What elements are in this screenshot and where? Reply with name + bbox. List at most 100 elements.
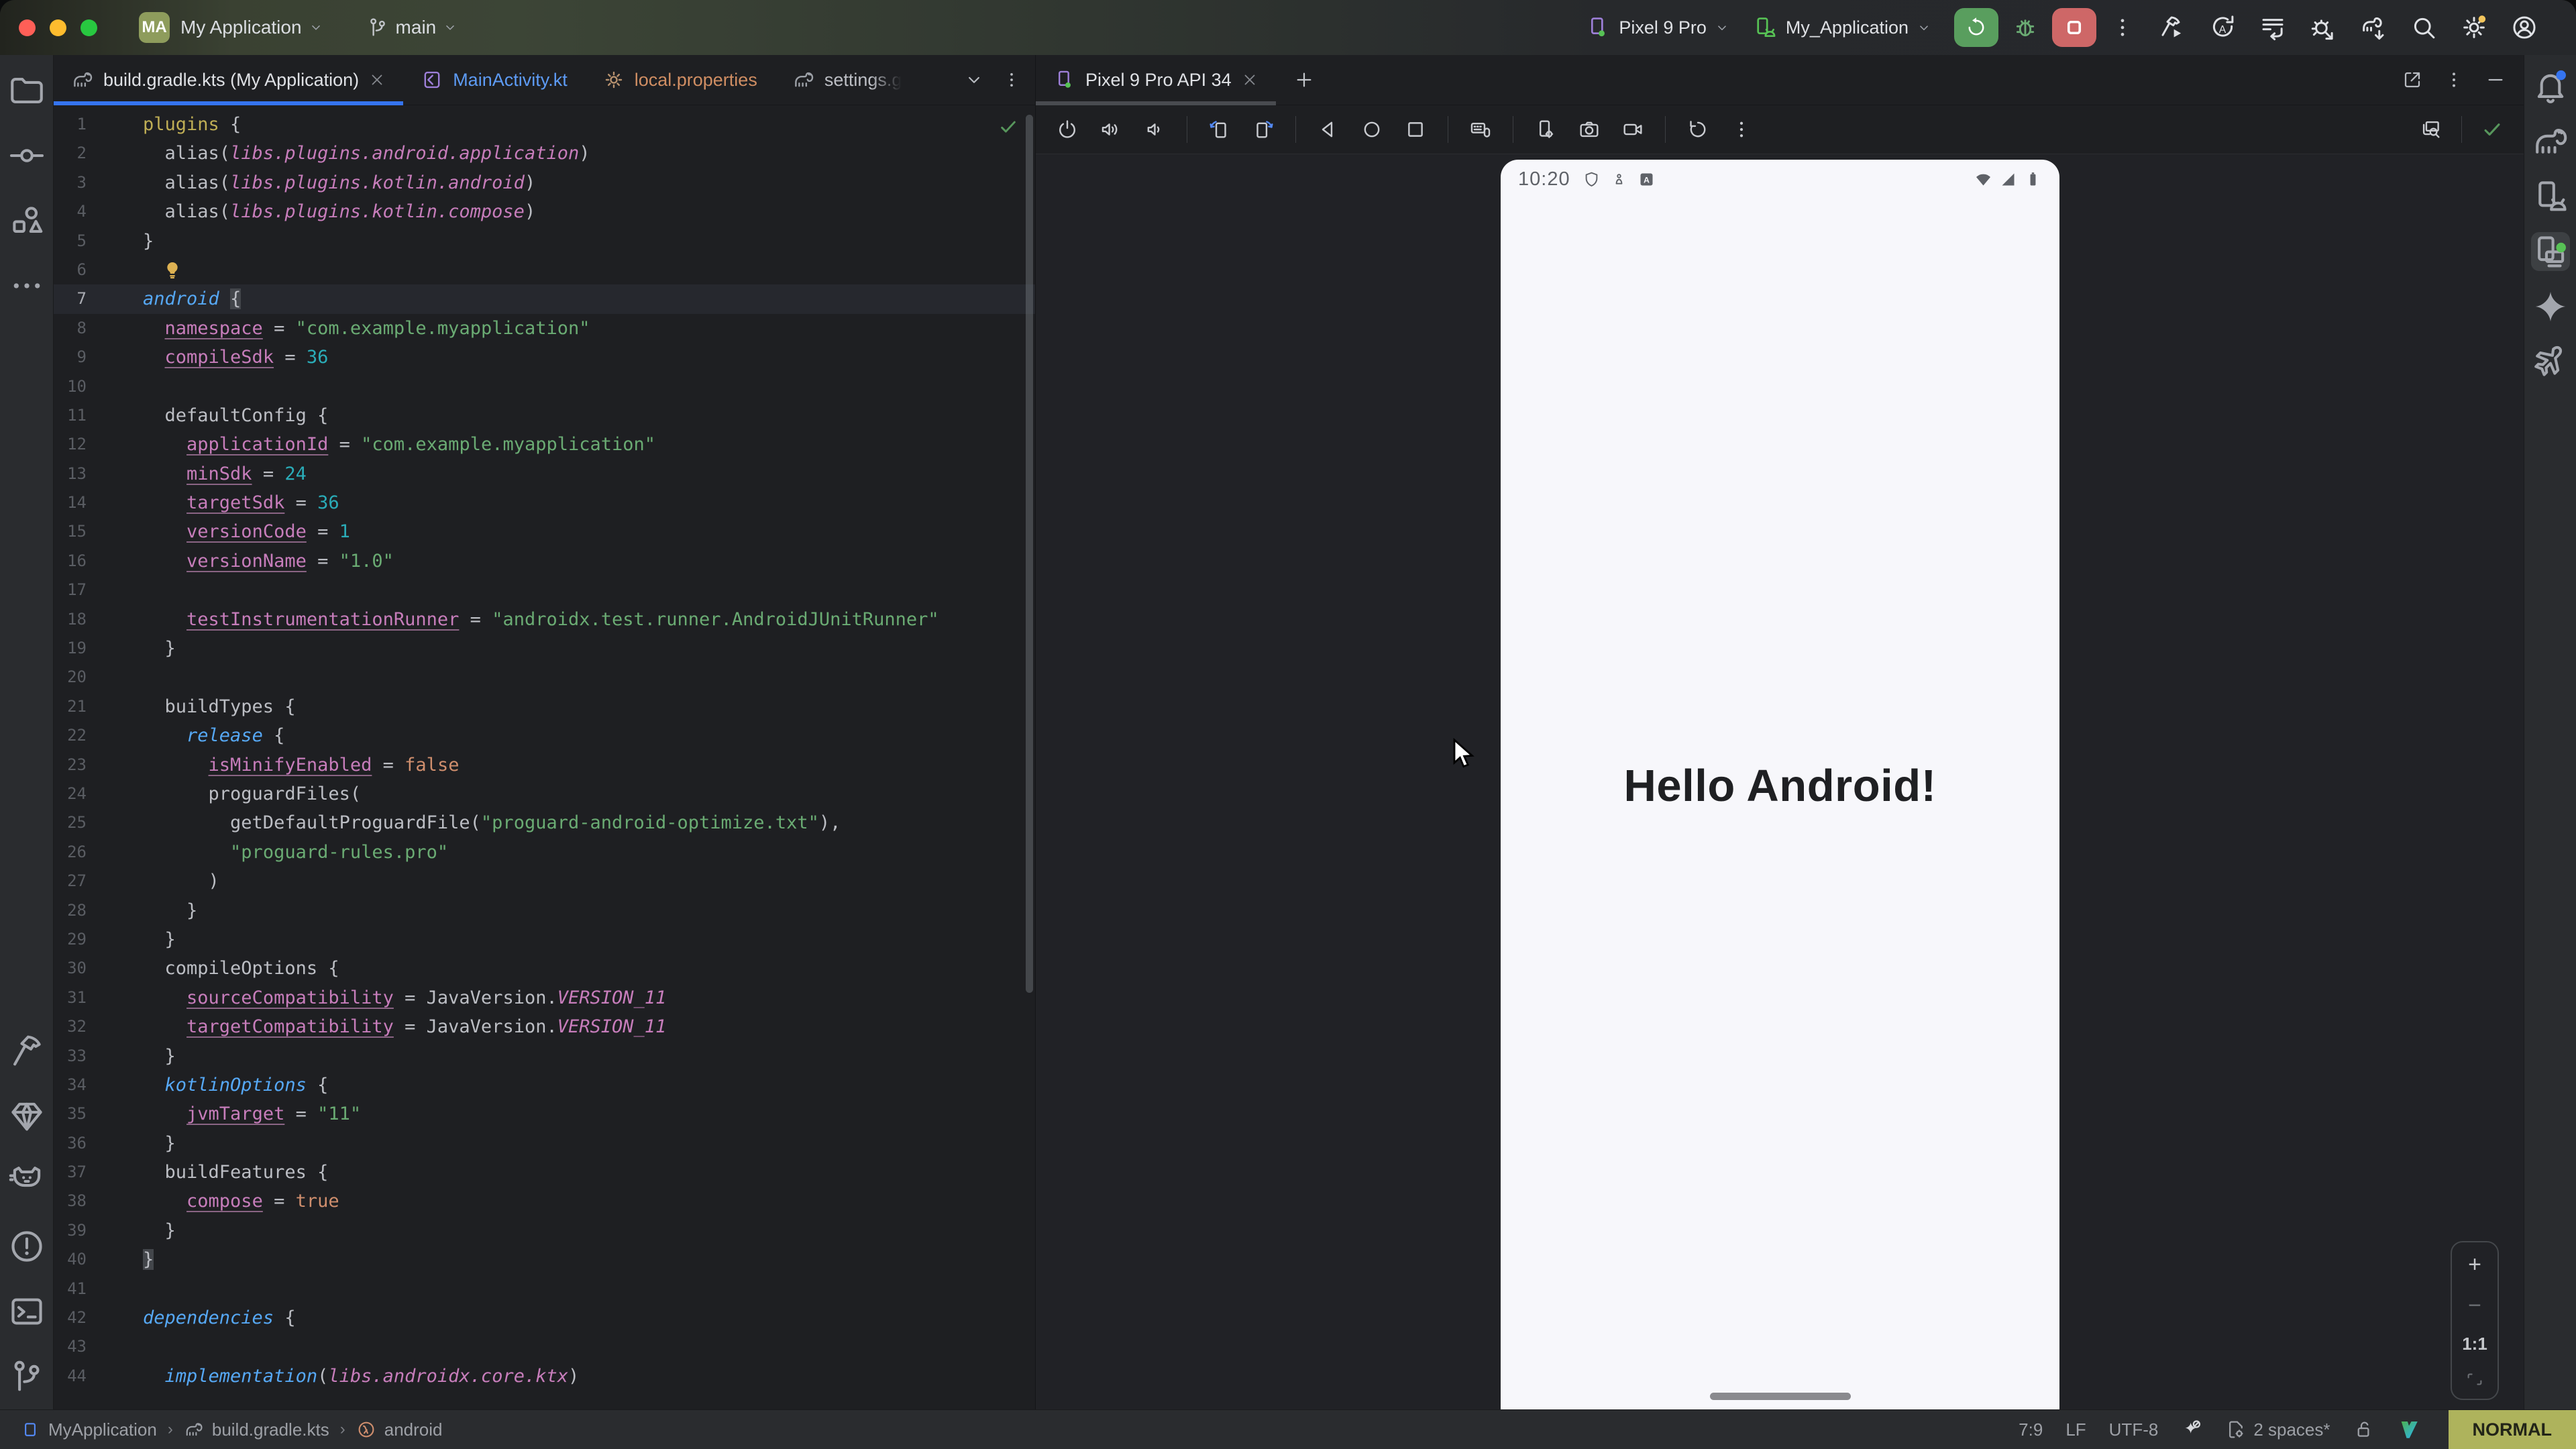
code-line-31[interactable]: 31 sourceCompatibility = JavaVersion.VER… <box>54 983 1035 1012</box>
code-line-21[interactable]: 21 buildTypes { <box>54 692 1035 721</box>
code-line-33[interactable]: 33 } <box>54 1042 1035 1071</box>
inspections-ok-check-icon[interactable] <box>998 116 1019 138</box>
apply-changes-icon[interactable]: A <box>2208 13 2237 42</box>
code-line-39[interactable]: 39 } <box>54 1216 1035 1245</box>
code-line-3[interactable]: 3 alias(libs.plugins.kotlin.android) <box>54 168 1035 197</box>
code-line-28[interactable]: 28 } <box>54 896 1035 925</box>
device-tab[interactable]: Pixel 9 Pro API 34 <box>1036 55 1276 105</box>
editor-tab-2[interactable]: local.properties <box>585 55 775 105</box>
line-ending[interactable]: LF <box>2065 1419 2086 1440</box>
code-line-42[interactable]: 42 dependencies { <box>54 1303 1035 1332</box>
run-configuration-selector[interactable]: My_Application <box>1752 15 1931 40</box>
code-line-44[interactable]: 44 implementation(libs.androidx.core.ktx… <box>54 1362 1035 1391</box>
code-line-1[interactable]: 1 plugins { <box>54 110 1035 139</box>
phone-gear-icon[interactable] <box>1534 118 1557 141</box>
toolwindow-more-button[interactable] <box>7 266 46 305</box>
breadcrumb-item[interactable]: android <box>356 1419 443 1440</box>
hammer-run-icon[interactable] <box>2158 13 2186 42</box>
code-line-26[interactable]: 26 "proguard-rules.pro" <box>54 838 1035 867</box>
gradle-sync-icon[interactable] <box>2359 13 2387 42</box>
code-line-15[interactable]: 15 versionCode = 1 <box>54 517 1035 546</box>
check-icon[interactable] <box>2481 118 2504 141</box>
stop-button[interactable] <box>2052 8 2096 47</box>
toolwindow-running-devices-button[interactable] <box>2531 232 2570 271</box>
code-line-18[interactable]: 18 testInstrumentationRunner = "androidx… <box>54 605 1035 634</box>
project-selector[interactable]: My Application <box>180 17 323 38</box>
code-line-2[interactable]: 2 alias(libs.plugins.android.application… <box>54 139 1035 168</box>
search-icon[interactable] <box>2410 13 2438 42</box>
code-line-40[interactable]: 40 } <box>54 1245 1035 1274</box>
profiler-icon[interactable] <box>2259 13 2287 42</box>
power-icon[interactable] <box>1056 118 1079 141</box>
toolwindow-problems-button[interactable] <box>7 1227 46 1266</box>
close-icon[interactable] <box>368 71 386 89</box>
toolwindow-gem-button[interactable] <box>7 1097 46 1136</box>
zoom-1to1-button[interactable]: 1:1 <box>2462 1334 2487 1354</box>
zoom-out-button[interactable]: − <box>2468 1293 2481 1319</box>
lock-open-icon[interactable] <box>2353 1419 2375 1440</box>
toolwindow-terminal-button[interactable] <box>7 1292 46 1331</box>
toolwindow-device-manager-button[interactable] <box>2531 177 2570 216</box>
code-line-37[interactable]: 37 buildFeatures { <box>54 1158 1035 1187</box>
code-line-10[interactable]: 10 <box>54 372 1035 401</box>
close-window-button[interactable] <box>19 19 36 36</box>
zoom-fit-icon[interactable] <box>2465 1369 2485 1389</box>
rerun-button[interactable] <box>1954 8 1998 47</box>
code-line-22[interactable]: 22 release { <box>54 721 1035 750</box>
code-line-35[interactable]: 35 jvmTarget = "11" <box>54 1099 1035 1128</box>
new-device-tab-button[interactable] <box>1276 55 1332 105</box>
code-line-32[interactable]: 32 targetCompatibility = JavaVersion.VER… <box>54 1012 1035 1041</box>
camera-icon[interactable] <box>1578 118 1601 141</box>
code-line-7[interactable]: 7 android { <box>54 284 1035 313</box>
breadcrumb-item[interactable]: MyApplication <box>20 1419 157 1440</box>
code-line-9[interactable]: 9 compileSdk = 36 <box>54 343 1035 372</box>
toolwindow-commit-button[interactable] <box>7 136 46 175</box>
code-line-27[interactable]: 27 ) <box>54 867 1035 896</box>
tab-options-kebab-icon[interactable] <box>1002 70 1022 90</box>
toolwindow-structure-button[interactable] <box>7 201 46 240</box>
popout-window-icon[interactable] <box>2402 69 2423 91</box>
vim-mode-badge[interactable]: NORMAL <box>2449 1410 2576 1449</box>
code-line-13[interactable]: 13 minSdk = 24 <box>54 460 1035 488</box>
toolwindow-git-button[interactable] <box>7 1357 46 1396</box>
code-line-38[interactable]: 38 compose = true <box>54 1187 1035 1216</box>
code-line-34[interactable]: 34 kotlinOptions { <box>54 1071 1035 1099</box>
hide-panel-minimize-icon[interactable] <box>2485 69 2506 91</box>
panel-options-kebab-icon[interactable] <box>2443 69 2465 91</box>
editor-tab-1[interactable]: MainActivity.kt <box>403 55 585 105</box>
reset-icon[interactable] <box>1686 118 1709 141</box>
zoom-in-button[interactable]: + <box>2468 1252 2481 1278</box>
device-selector[interactable]: Pixel 9 Pro <box>1585 15 1729 40</box>
hidden-tabs-chevron-icon[interactable] <box>964 70 984 90</box>
gear-icon[interactable] <box>2460 13 2488 42</box>
minimize-window-button[interactable] <box>50 19 66 36</box>
vim-plugin-icon[interactable] <box>2398 1418 2420 1441</box>
editor-tab-0[interactable]: build.gradle.kts (My Application) <box>54 55 403 105</box>
ai-sparkle-disabled-icon[interactable] <box>2181 1419 2202 1440</box>
kbd-mouse-icon[interactable] <box>1469 118 1492 141</box>
editor-scrollbar[interactable] <box>1026 115 1033 993</box>
toolwindow-notifications-button[interactable] <box>2531 67 2570 106</box>
toolwindow-gemini-button[interactable] <box>2531 287 2570 326</box>
intention-bulb-icon[interactable] <box>161 258 184 281</box>
emulator-screen[interactable]: 10:20 A Hello Android! <box>1501 160 2059 1409</box>
breadcrumb-item[interactable]: build.gradle.kts <box>184 1419 329 1440</box>
code-line-19[interactable]: 19 } <box>54 634 1035 663</box>
toolwindow-project-button[interactable] <box>7 71 46 110</box>
code-line-30[interactable]: 30 compileOptions { <box>54 954 1035 983</box>
code-line-14[interactable]: 14 targetSdk = 36 <box>54 488 1035 517</box>
more-run-actions-kebab-icon[interactable] <box>2110 15 2135 40</box>
code-line-24[interactable]: 24 proguardFiles( <box>54 780 1035 808</box>
maximize-window-button[interactable] <box>80 19 97 36</box>
code-line-12[interactable]: 12 applicationId = "com.example.myapplic… <box>54 430 1035 459</box>
file-encoding[interactable]: UTF-8 <box>2109 1419 2159 1440</box>
code-line-4[interactable]: 4 alias(libs.plugins.kotlin.compose) <box>54 197 1035 226</box>
overview-icon[interactable] <box>1404 118 1427 141</box>
branch-selector[interactable]: main <box>366 16 458 39</box>
code-line-36[interactable]: 36 } <box>54 1129 1035 1158</box>
vol-up-icon[interactable] <box>1099 118 1122 141</box>
gesture-navigation-bar[interactable] <box>1710 1393 1851 1400</box>
code-line-6[interactable]: 6 <box>54 256 1035 284</box>
toolwindow-gradle-button[interactable] <box>2531 122 2570 161</box>
code-line-25[interactable]: 25 getDefaultProguardFile("proguard-andr… <box>54 808 1035 837</box>
